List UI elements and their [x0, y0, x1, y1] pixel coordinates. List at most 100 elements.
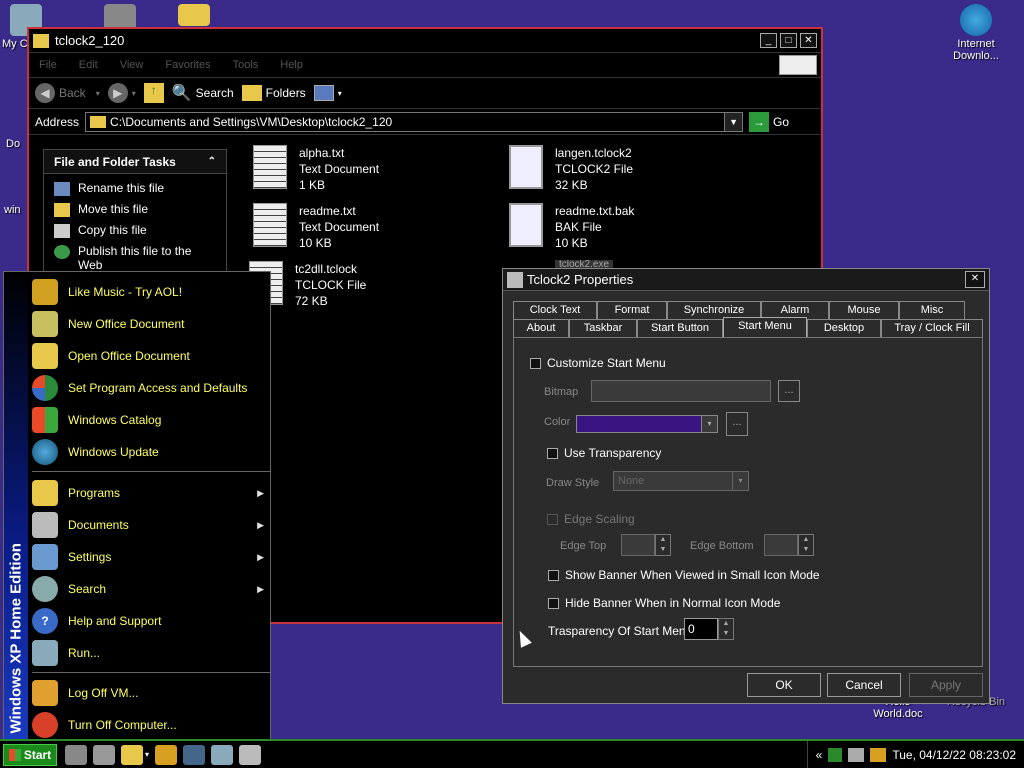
menu-help[interactable]: Help [280, 59, 303, 71]
explorer-titlebar[interactable]: tclock2_120 _ □ ✕ [29, 29, 821, 53]
hide-banner-checkbox[interactable]: Hide Banner When in Normal Icon Mode [548, 596, 780, 610]
color-picker[interactable]: ▾ [576, 415, 718, 433]
edge-bottom-spinner[interactable]: ▲ ▼ [798, 534, 814, 556]
start-button[interactable]: Start [3, 743, 57, 766]
task-publish[interactable]: Publish this file to the Web [44, 241, 226, 275]
bak-file-icon [509, 203, 543, 247]
bitmap-field[interactable] [591, 380, 771, 402]
back-arrow-icon: ◀ [35, 83, 55, 103]
search-button[interactable]: 🔍 Search [172, 83, 234, 103]
ok-button[interactable]: OK [747, 673, 821, 697]
minimize-button[interactable]: _ [760, 33, 777, 48]
tray-expand-chevron[interactable]: « [816, 748, 823, 762]
edge-bottom-field[interactable] [764, 534, 798, 556]
quicklaunch-lightning-icon[interactable] [155, 744, 178, 765]
tab-mouse[interactable]: Mouse [829, 301, 899, 319]
menu-tools[interactable]: Tools [233, 59, 259, 71]
menu-favorites[interactable]: Favorites [165, 59, 210, 71]
quicklaunch-tclock-icon[interactable] [239, 744, 262, 765]
start-item-program-access[interactable]: Set Program Access and Defaults [32, 372, 268, 404]
tab-misc[interactable]: Misc [899, 301, 965, 319]
start-item-programs[interactable]: Programs ▶ [32, 477, 268, 509]
publish-globe-icon [54, 245, 70, 259]
new-office-document-icon [32, 311, 58, 337]
desktop-icon-folder[interactable] [156, 4, 232, 28]
tab-format[interactable]: Format [597, 301, 667, 319]
menu-view[interactable]: View [120, 59, 144, 71]
quicklaunch-dropdown-icon[interactable]: ▾ [145, 750, 149, 759]
file-item[interactable]: readme.txt Text Document 10 KB [253, 203, 379, 251]
draw-style-label: Draw Style [546, 477, 600, 489]
desktop-icon-internet-download[interactable]: Internet Downlo... [938, 4, 1014, 62]
start-item-open-office-document[interactable]: Open Office Document [32, 340, 268, 372]
go-arrow-icon: → [749, 111, 770, 132]
use-transparency-checkbox[interactable]: Use Transparency [547, 446, 661, 460]
transparency-spinner[interactable]: ▲ ▼ [718, 618, 734, 640]
tab-about[interactable]: About [513, 319, 569, 337]
start-item-search[interactable]: Search ▶ [32, 573, 268, 605]
tab-desktop[interactable]: Desktop [807, 319, 881, 337]
tray-green-icon[interactable] [828, 747, 843, 762]
start-item-documents[interactable]: Documents ▶ [32, 509, 268, 541]
dialog-close-button[interactable]: ✕ [965, 271, 985, 288]
start-item-aol-music[interactable]: Like Music - Try AOL! [32, 276, 268, 308]
folders-button[interactable]: Folders [241, 85, 306, 101]
apply-button[interactable]: Apply [909, 673, 983, 697]
tab-taskbar[interactable]: Taskbar [569, 319, 637, 337]
show-banner-checkbox[interactable]: Show Banner When Viewed in Small Icon Mo… [548, 568, 820, 582]
file-item[interactable]: readme.txt.bak BAK File 10 KB [509, 203, 634, 251]
back-button[interactable]: ◀ Back ▾ [35, 83, 100, 103]
address-dropdown-icon[interactable]: ▼ [724, 112, 743, 131]
file-item[interactable]: alpha.txt Text Document 1 KB [253, 145, 379, 193]
dialog-titlebar[interactable]: Tclock2 Properties ✕ [503, 269, 989, 291]
quicklaunch-folder-icon[interactable] [121, 744, 143, 765]
tab-clock-text[interactable]: Clock Text [513, 301, 597, 319]
task-rename[interactable]: Rename this file [44, 178, 226, 199]
quicklaunch-computer-icon[interactable] [211, 744, 234, 765]
forward-button[interactable]: ▶ ▾ [107, 83, 136, 103]
cancel-button[interactable]: Cancel [827, 673, 901, 697]
draw-style-dropdown-icon[interactable]: ▾ [732, 472, 748, 490]
transparency-field[interactable]: 0 [684, 618, 718, 640]
quicklaunch-xm-icon[interactable] [183, 744, 206, 765]
task-copy[interactable]: Copy this file [44, 220, 226, 241]
separator [32, 672, 270, 673]
views-button[interactable]: ▾ [313, 85, 342, 101]
task-move[interactable]: Move this file [44, 199, 226, 220]
file-item[interactable]: langen.tclock2 TCLOCK2 File 32 KB [509, 145, 633, 193]
start-item-settings[interactable]: Settings ▶ [32, 541, 268, 573]
start-item-help-support[interactable]: ? Help and Support [32, 605, 268, 637]
menu-file[interactable]: File [39, 59, 57, 71]
tray-lightning-icon[interactable] [870, 747, 887, 762]
customize-start-menu-checkbox[interactable]: Customize Start Menu [530, 356, 666, 370]
quicklaunch-raccoon-2-icon[interactable] [93, 744, 115, 765]
start-item-turn-off[interactable]: Turn Off Computer... [32, 709, 268, 741]
color-dropdown-icon[interactable]: ▾ [701, 416, 717, 432]
tray-clock[interactable]: Tue, 04/12/22 08:23:02 [892, 748, 1016, 762]
copy-icon [54, 224, 70, 238]
tab-start-menu[interactable]: Start Menu [723, 317, 807, 337]
maximize-button[interactable]: □ [780, 33, 797, 48]
edge-top-spinner[interactable]: ▲ ▼ [655, 534, 671, 556]
collapse-chevron-icon[interactable]: ⌃ [208, 156, 216, 167]
go-button[interactable]: → Go [749, 111, 789, 132]
bitmap-browse-button[interactable]: ... [778, 380, 800, 402]
edge-top-field[interactable] [621, 534, 655, 556]
tab-start-button[interactable]: Start Button [637, 319, 723, 337]
start-item-windows-catalog[interactable]: Windows Catalog [32, 404, 268, 436]
tasks-header[interactable]: File and Folder Tasks ⌃ [44, 150, 226, 174]
start-item-log-off[interactable]: Log Off VM... [32, 677, 268, 709]
color-browse-button[interactable]: ... [726, 412, 748, 436]
quicklaunch-raccoon-icon[interactable] [65, 744, 87, 765]
tray-hat-icon[interactable] [848, 747, 865, 762]
menu-edit[interactable]: Edit [79, 59, 98, 71]
start-item-windows-update[interactable]: Windows Update [32, 436, 268, 468]
draw-style-select[interactable]: None ▾ [613, 471, 749, 491]
start-item-new-office-document[interactable]: New Office Document [32, 308, 268, 340]
edge-scaling-checkbox[interactable]: Edge Scaling [547, 512, 635, 526]
start-item-run[interactable]: Run... [32, 637, 268, 669]
close-button[interactable]: ✕ [800, 33, 817, 48]
tab-tray-clock-fill[interactable]: Tray / Clock Fill [881, 319, 983, 337]
address-field[interactable]: C:\Documents and Settings\VM\Desktop\tcl… [85, 111, 744, 132]
up-folder-button[interactable]: ↑ [143, 83, 164, 103]
